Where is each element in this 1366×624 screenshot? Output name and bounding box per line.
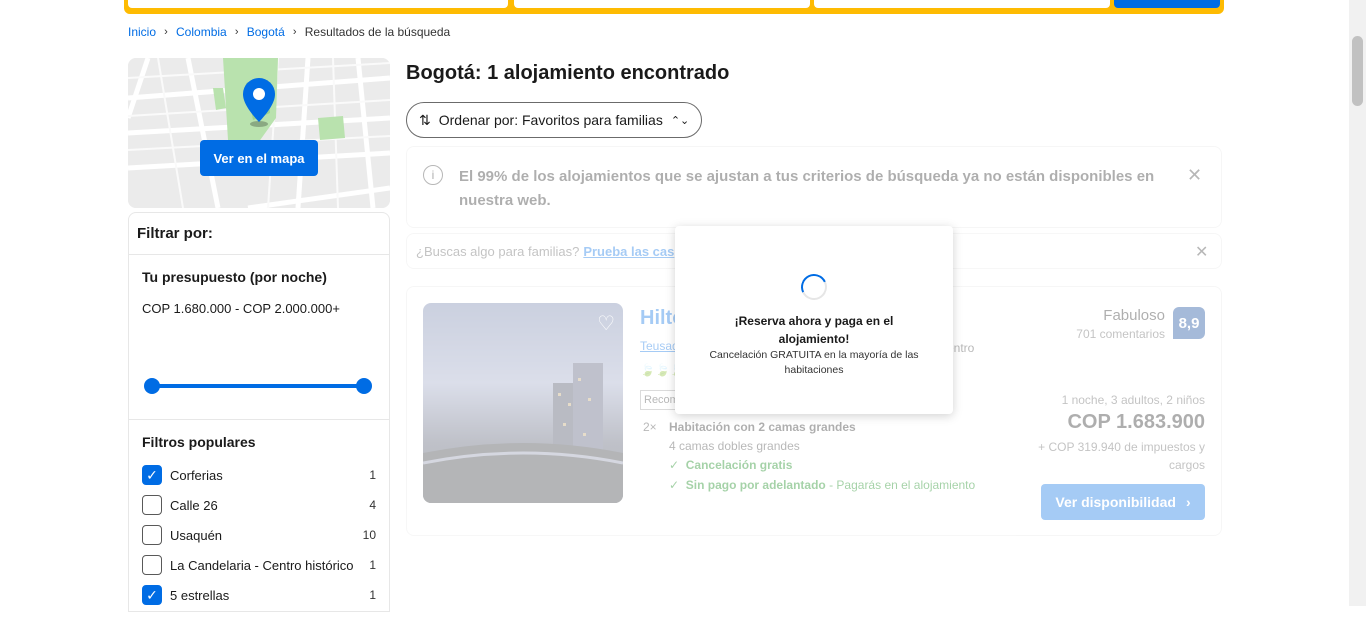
popup-subtitle: Cancelación GRATUITA en la mayoría de la… <box>709 349 919 376</box>
hotel-building-image <box>423 363 623 503</box>
review-score[interactable]: Fabuloso 701 comentarios 8,9 <box>1065 307 1205 347</box>
filter-item[interactable]: Calle 26 4 <box>142 490 376 520</box>
filter-count: 10 <box>362 528 376 542</box>
popular-filters: Filtros populares ✓ Corferias 1 Calle 26… <box>129 420 389 624</box>
no-prepayment: ✓ Sin pago por adelantado - Pagarás en e… <box>669 478 976 492</box>
breadcrumb-current: Resultados de la búsqueda <box>304 25 451 39</box>
dates-field[interactable] <box>514 0 810 8</box>
notice-text: El 99% de los alojamientos que se ajusta… <box>459 168 1155 209</box>
close-icon[interactable]: ✕ <box>1195 242 1208 262</box>
filter-label: Usaquén <box>170 527 223 543</box>
score-word: Fabuloso <box>1103 307 1165 324</box>
slider-min-handle[interactable] <box>144 378 160 394</box>
chevron-right-icon: › <box>234 26 239 38</box>
chevron-right-icon: › <box>1185 494 1191 510</box>
destination-field[interactable] <box>128 0 508 8</box>
family-link[interactable]: Prueba las cas <box>583 244 674 259</box>
heart-icon[interactable]: ♡ <box>597 311 615 336</box>
price-box: 1 noche, 3 adultos, 2 niños COP 1.683.90… <box>1005 393 1205 474</box>
map-preview[interactable]: Ver en el mapa <box>128 58 390 208</box>
popular-filters-title: Filtros populares <box>142 434 256 450</box>
recommended-badge: Recom <box>640 390 680 410</box>
filter-label: 5 estrellas <box>170 587 230 603</box>
scrollbar[interactable] <box>1349 0 1366 606</box>
loading-popup: ¡Reserva ahora y paga en el alojamiento!… <box>675 226 953 414</box>
taxes: + COP 319.940 de impuestos y cargos <box>1038 440 1205 472</box>
filter-label: La Candelaria - Centro histórico <box>170 557 354 573</box>
chevron-right-icon: › <box>292 26 297 38</box>
check-availability-button[interactable]: Ver disponibilidad › <box>1041 484 1205 520</box>
button-label: Ver disponibilidad <box>1055 494 1176 510</box>
filters-title: Filtrar por: <box>129 213 389 255</box>
filter-label: Corferias <box>170 467 223 483</box>
family-text: ¿Buscas algo para familias? <box>416 243 580 259</box>
score-badge: 8,9 <box>1173 307 1205 339</box>
view-map-button[interactable]: Ver en el mapa <box>200 140 318 176</box>
breadcrumb-home[interactable]: Inicio <box>128 25 156 39</box>
sort-icon: ⇅ <box>419 111 431 128</box>
filter-count: 1 <box>369 558 376 572</box>
filter-label: Calle 26 <box>170 497 218 513</box>
breadcrumb-country[interactable]: Colombia <box>176 25 227 39</box>
room-quantity: 2× <box>643 420 657 434</box>
room-name: Habitación con 2 camas grandes <box>669 420 856 434</box>
property-photo[interactable]: ♡ <box>423 303 623 503</box>
search-button[interactable] <box>1114 0 1220 8</box>
chevron-updown-icon: ⌃⌄ <box>670 114 690 127</box>
budget-filter: Tu presupuesto (por noche) COP 1.680.000… <box>129 255 389 420</box>
stay-details: 1 noche, 3 adultos, 2 niños <box>1061 393 1205 407</box>
scrollbar-thumb[interactable] <box>1352 36 1363 106</box>
popup-title: ¡Reserva ahora y paga en el alojamiento! <box>734 314 894 346</box>
checkbox[interactable] <box>142 525 162 545</box>
guests-field[interactable] <box>814 0 1110 8</box>
review-count: 701 comentarios <box>1076 327 1165 341</box>
free-cancellation: ✓ Cancelación gratis <box>669 458 793 472</box>
filter-item[interactable]: ✓ Corferias 1 <box>142 460 376 490</box>
checkbox[interactable] <box>142 495 162 515</box>
checkbox-checked[interactable]: ✓ <box>142 585 162 605</box>
sort-dropdown[interactable]: ⇅ Ordenar por: Favoritos para familias ⌃… <box>406 102 703 138</box>
breadcrumb-city[interactable]: Bogotá <box>247 25 285 39</box>
budget-range: COP 1.680.000 - COP 2.000.000+ <box>142 301 340 316</box>
filter-item[interactable]: La Candelaria - Centro histórico 1 <box>142 550 376 580</box>
close-icon[interactable]: ✕ <box>1187 165 1202 186</box>
loading-spinner-icon <box>797 270 831 304</box>
filter-count: 4 <box>369 498 376 512</box>
chevron-right-icon: › <box>164 26 168 38</box>
info-icon: i <box>423 165 443 185</box>
map-image <box>128 58 390 208</box>
filter-count: 1 <box>369 588 376 602</box>
budget-slider[interactable] <box>144 378 372 394</box>
checkbox[interactable] <box>142 555 162 575</box>
search-bar <box>124 0 1224 14</box>
property-location[interactable]: Teusaq <box>640 339 679 353</box>
availability-notice: i El 99% de los alojamientos que se ajus… <box>406 146 1222 228</box>
slider-max-handle[interactable] <box>356 378 372 394</box>
room-beds: 4 camas dobles grandes <box>669 439 800 453</box>
filter-item[interactable]: Usaquén 10 <box>142 520 376 550</box>
sort-label: Ordenar por: Favoritos para familias <box>438 112 663 128</box>
breadcrumb: Inicio › Colombia › Bogotá › Resultados … <box>128 25 450 39</box>
results-title: Bogotá: 1 alojamiento encontrado <box>406 62 730 84</box>
budget-title: Tu presupuesto (por noche) <box>142 269 327 285</box>
filters-panel: Filtrar por: Tu presupuesto (por noche) … <box>128 212 390 612</box>
price: COP 1.683.900 <box>1067 411 1205 433</box>
checkbox-checked[interactable]: ✓ <box>142 465 162 485</box>
filter-count: 1 <box>369 468 376 482</box>
